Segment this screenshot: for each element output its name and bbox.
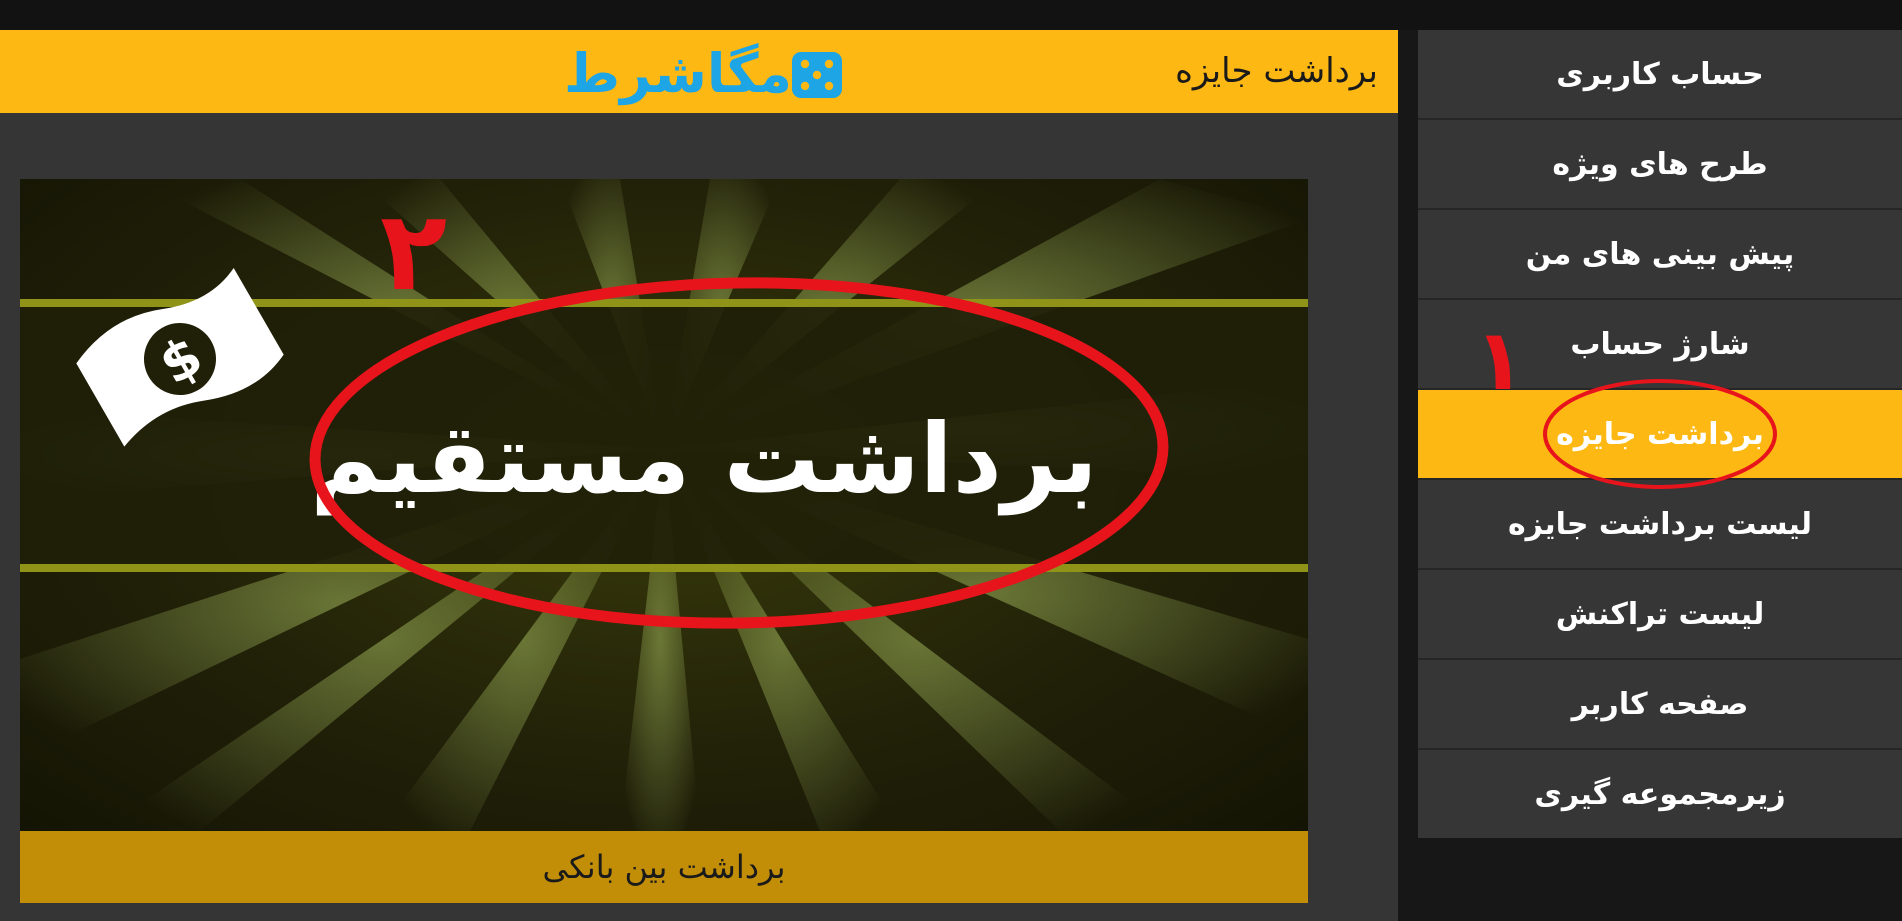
sidebar-item-label: طرح های ویژه <box>1552 146 1768 182</box>
interbank-withdrawal-caption[interactable]: برداشت بین بانکی <box>20 831 1308 903</box>
top-bar <box>0 0 1902 30</box>
sidebar-menu: حساب کاربری طرح های ویژه پیش بینی های من… <box>1418 30 1902 838</box>
banner-art: $ <box>20 179 1308 831</box>
logo-text: مگاشرط <box>564 42 792 105</box>
sidebar-item-label: شارژ حساب <box>1570 326 1750 362</box>
annotation-step-2: ۲ <box>380 187 448 315</box>
sidebar-item-account[interactable]: حساب کاربری <box>1418 30 1902 118</box>
sidebar-item-my-predictions[interactable]: پیش بینی های من <box>1418 210 1902 298</box>
sidebar-item-special-plans[interactable]: طرح های ویژه <box>1418 120 1902 208</box>
page-title: برداشت جایزه <box>1175 51 1378 91</box>
annotation-step-1: ۱ <box>1474 311 1526 409</box>
sidebar-item-label: زیرمجموعه گیری <box>1534 776 1786 812</box>
main-panel: برداشت جایزه مگاشرط $ برداشت مستقیم بردا… <box>0 30 1398 921</box>
megashart-logo[interactable]: مگاشرط <box>560 42 852 106</box>
sidebar-item-label: حساب کاربری <box>1556 56 1764 92</box>
sidebar-item-referrals[interactable]: زیرمجموعه گیری <box>1418 750 1902 838</box>
sidebar-item-label: پیش بینی های من <box>1525 236 1795 272</box>
sidebar-item-label: صفحه کاربر <box>1571 686 1749 722</box>
sidebar-item-withdrawal-list[interactable]: لیست برداشت جایزه <box>1418 480 1902 568</box>
sidebar-item-label: برداشت جایزه <box>1556 416 1764 452</box>
sidebar-item-label: لیست تراکنش <box>1555 596 1765 632</box>
direct-withdrawal-banner[interactable]: $ برداشت مستقیم <box>20 179 1308 831</box>
caption-label: برداشت بین بانکی <box>542 848 786 886</box>
sidebar-item-label: لیست برداشت جایزه <box>1507 506 1813 542</box>
page-header: برداشت جایزه مگاشرط <box>0 30 1398 113</box>
sidebar-item-transaction-list[interactable]: لیست تراکنش <box>1418 570 1902 658</box>
sidebar-item-user-page[interactable]: صفحه کاربر <box>1418 660 1902 748</box>
